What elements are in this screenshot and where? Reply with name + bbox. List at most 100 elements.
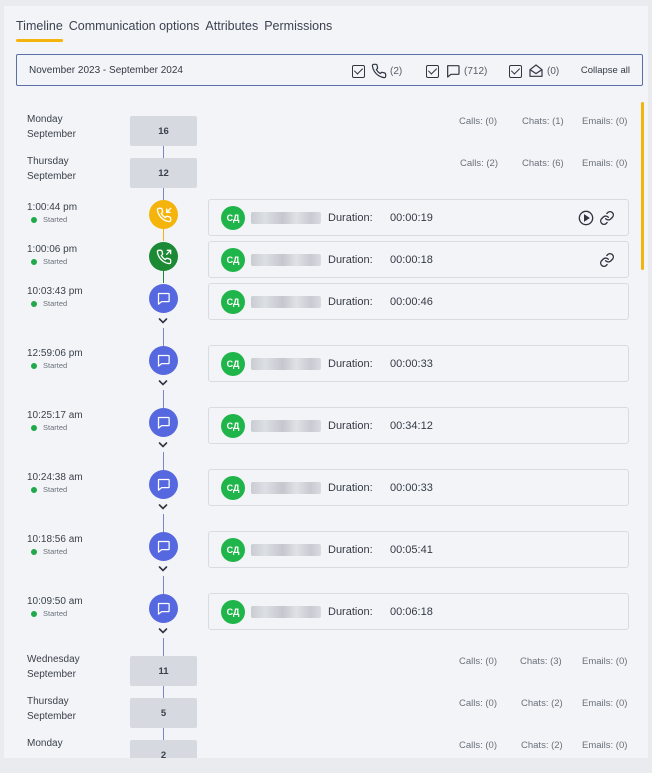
status-dot [31,424,37,431]
chats-count: (712) [464,65,488,77]
event-status: Started [31,257,67,266]
day-chats-count: Chats: (3) [520,656,562,667]
status-dot [31,216,37,223]
tab-timeline[interactable]: Timeline [16,18,63,44]
redacted-contact-name [251,358,321,370]
weekday: Monday [27,738,63,749]
avatar: СД [221,352,245,376]
day-date-box[interactable]: 11 [130,656,197,686]
chevron-down-icon[interactable] [158,316,168,326]
status-text: Started [43,423,68,432]
redacted-contact-name [251,254,321,266]
day-emails-count: Emails: (0) [582,158,628,169]
event-time: 10:09:50 am [27,596,83,607]
day-date-box[interactable]: 12 [130,158,197,188]
timeline-connector [163,638,164,656]
chat-node[interactable] [149,346,178,375]
timeline-connector [163,576,164,594]
event-time: 10:18:56 am [27,534,83,545]
timeline-connector [163,188,164,200]
chevron-down-icon[interactable] [158,564,168,574]
outgoing-call-icon [156,249,171,264]
collapse-all-button[interactable]: Collapse all [581,65,630,76]
event-status: Started [31,361,67,370]
month: September [27,669,76,680]
event-card[interactable]: СД Duration: 00:00:33 [208,345,629,382]
chat-bubble-icon [157,292,170,305]
status-dot [31,362,37,369]
day-date-box[interactable]: 16 [130,116,197,146]
play-icon[interactable] [578,210,594,226]
event-time: 1:00:06 pm [27,244,78,255]
day-calls-count: Calls: (0) [459,698,498,709]
status-dot [31,548,37,555]
chats-checkbox[interactable] [426,64,439,78]
calls-checkbox[interactable] [352,64,365,78]
event-time: 10:25:17 am [27,410,83,421]
chat-bubble-icon [157,540,170,553]
duration-value: 00:00:18 [390,254,433,266]
status-text: Started [43,485,68,494]
duration-label: Duration: [328,358,373,370]
event-card[interactable]: СД Duration: 00:00:19 [208,199,629,236]
chevron-down-icon[interactable] [158,502,168,512]
chevron-down-icon[interactable] [158,626,168,636]
outgoing-call-node[interactable] [149,242,178,271]
month: September [27,711,76,722]
event-card[interactable]: СД Duration: 00:00:33 [208,469,629,506]
status-dot [31,300,37,307]
day-calls-count: Calls: (2) [460,158,499,169]
tab-permissions[interactable]: Permissions [264,18,332,44]
duration-value: 00:00:46 [390,296,433,308]
chat-node[interactable] [149,408,178,437]
status-dot [31,486,37,493]
day-calls-count: Calls: (0) [459,116,498,127]
timeline-connector [163,390,164,408]
duration-label: Duration: [328,212,373,224]
day-label: Wednesday September [27,652,80,682]
tab-communication-options[interactable]: Communication options [69,18,200,44]
chat-bubble-icon [157,354,170,367]
status-dot [31,258,37,265]
day-date-box[interactable]: 2 [130,740,197,758]
contact-panel: Timeline Communication options Attribute… [4,6,648,758]
status-text: Started [43,609,68,618]
chat-node[interactable] [149,594,178,623]
chat-icon [447,65,460,78]
event-card[interactable]: СД Duration: 00:00:18 [208,241,629,278]
date-range[interactable]: November 2023 - September 2024 [29,65,183,76]
status-dot [31,610,37,617]
emails-count: (0) [547,65,560,77]
chevron-down-icon[interactable] [158,440,168,450]
phone-icon [371,63,387,79]
chat-node[interactable] [149,532,178,561]
timeline-connector [163,229,164,241]
chat-bubble-icon [157,416,170,429]
status-text: Started [43,257,68,266]
event-time: 12:59:06 pm [27,348,83,359]
day-date-box[interactable]: 5 [130,698,197,728]
chevron-down-icon[interactable] [158,378,168,388]
chat-node[interactable] [149,284,178,313]
missed-call-node[interactable] [149,200,178,229]
chats-filter: (712) [426,62,487,80]
event-card[interactable]: СД Duration: 00:34:12 [208,407,629,444]
emails-checkbox[interactable] [509,64,522,78]
chat-bubble-icon [157,478,170,491]
weekday: Monday [27,114,63,125]
timeline-connector [163,728,164,740]
timeline-connector [163,452,164,470]
tab-attributes[interactable]: Attributes [205,18,258,44]
event-card[interactable]: СД Duration: 00:05:41 [208,531,629,568]
link-icon[interactable] [599,252,615,268]
chat-node[interactable] [149,470,178,499]
redacted-contact-name [251,606,321,618]
tab-bar: Timeline Communication options Attribute… [16,18,338,44]
event-card[interactable]: СД Duration: 00:06:18 [208,593,629,630]
missed-call-icon [156,207,171,222]
envelope-icon [529,64,543,77]
event-card[interactable]: СД Duration: 00:00:46 [208,283,629,320]
day-label: Monday [27,736,63,751]
link-icon[interactable] [599,210,615,226]
duration-label: Duration: [328,544,373,556]
